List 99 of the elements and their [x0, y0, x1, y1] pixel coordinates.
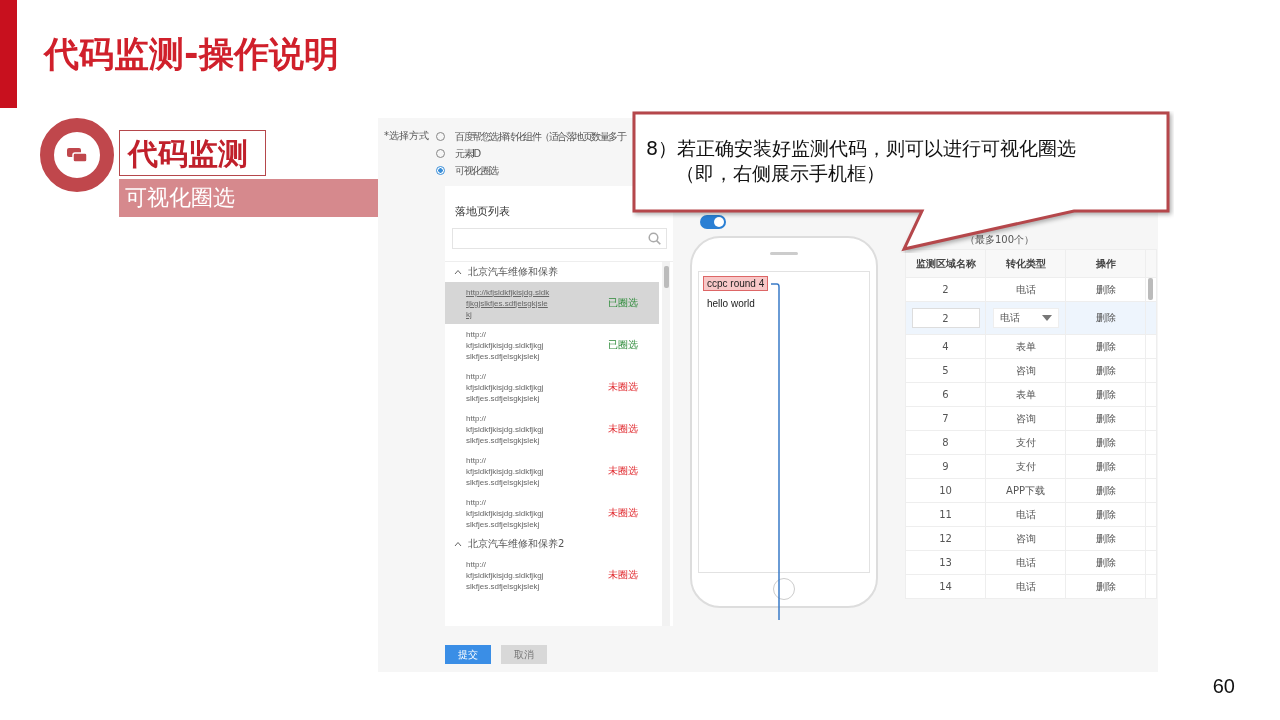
table-cell: 表单 — [986, 383, 1066, 406]
search-field[interactable] — [452, 228, 667, 249]
callout-text: 8）若正确安装好监测代码，则可以进行可视化圈选 （即，右侧展示手机框） — [646, 136, 1077, 186]
table-cell: 咨询 — [986, 527, 1066, 550]
table-cell: 10 — [906, 479, 986, 502]
table-cell: 6 — [906, 383, 986, 406]
list-item[interactable]: http:// kfjsldkfjkisjdg.sldkfjkgj slkfjes.sdfjelsgkjslekj 未圈选 — [445, 554, 659, 596]
page-element[interactable]: ccpc round 4 — [703, 276, 769, 291]
url-text: kfjsldkfjkisjdg.sldkfjkgj — [466, 339, 545, 351]
delete-link[interactable]: 删除 — [1066, 551, 1146, 574]
table-cell: 咨询 — [986, 407, 1066, 430]
scroll-thumb[interactable] — [663, 266, 669, 288]
list-title: 落地页列表 — [454, 204, 511, 220]
url-text: slkfjes.sdfjelsgkjslekj — [466, 518, 541, 530]
radio-label: 可视化圈选 — [455, 163, 498, 178]
url-text: kfjsldkfjkisjdg.sldkfjkgj — [466, 507, 545, 519]
delete-link[interactable]: 删除 — [1066, 575, 1146, 598]
table-cell: 13 — [906, 551, 986, 574]
url-text: kfjsldkfjkisjdg.sldkfjkgj — [466, 569, 545, 581]
url-text: kfjsldkfjkisjdg.sldkfjkgj — [466, 381, 545, 393]
status-text: 未圈选 — [608, 380, 638, 394]
url-text: http:// — [466, 328, 487, 340]
table-cell: 12 — [906, 527, 986, 550]
region-note: （最多100个） — [964, 233, 1036, 247]
scroll-thumb[interactable] — [1148, 278, 1153, 300]
section-subtitle: 可视化圈选 — [119, 179, 381, 217]
url-text: kfjsldkfjkisjdg.sldkfjkgj — [466, 423, 545, 435]
chevron-icon[interactable] — [454, 269, 462, 275]
url-text: slkfjes.sdfjelsgkjslekj — [466, 476, 541, 488]
status-text: 未圈选 — [608, 464, 638, 478]
table-cell: 14 — [906, 575, 986, 598]
chevron-icon[interactable] — [454, 541, 462, 547]
url-text: http:// — [466, 412, 487, 424]
slide-title: 代码监测-操作说明 — [44, 32, 339, 76]
type-select[interactable]: 电话 — [992, 308, 1059, 328]
radio-button[interactable] — [436, 166, 445, 175]
list-item[interactable]: http:// kfjsldkfjkisjdg.sldkfjkgj slkfjes.sdfjelsgkjslekj 未圈选 — [445, 366, 659, 408]
column-header: 操作 — [1066, 250, 1146, 277]
table-cell: 电话 — [986, 503, 1066, 526]
search-icon — [648, 232, 661, 245]
list-item[interactable]: http:// kfjsldkfjkisjdg.sldkfjkgj slkfjes.sdfjelsgkjslekj 未圈选 — [445, 408, 659, 450]
speaker-slot — [770, 252, 798, 255]
table-cell: 电话 — [986, 551, 1066, 574]
cards-icon — [67, 148, 87, 162]
table-cell: 9 — [906, 455, 986, 478]
delete-link[interactable]: 删除 — [1066, 431, 1146, 454]
status-text: 未圈选 — [608, 422, 638, 436]
name-input[interactable]: 2 — [911, 308, 980, 328]
delete-link[interactable]: 删除 — [1066, 383, 1146, 406]
url-text: http:// — [466, 496, 487, 508]
list-item[interactable]: http:// kfjsldkfjkisjdg.sldkfjkgj slkfjes.sdfjelsgkjslekj 未圈选 — [445, 450, 659, 492]
url-text: slkfjes.sdfjelsgkjslekj — [466, 580, 541, 592]
table-cell: 咨询 — [986, 359, 1066, 382]
page-number: 60 — [1212, 675, 1235, 698]
table-cell: 4 — [906, 335, 986, 358]
table-cell: 7 — [906, 407, 986, 430]
url-text: kj — [466, 308, 473, 320]
table-cell: 5 — [906, 359, 986, 382]
column-header: 转化类型 — [986, 250, 1066, 277]
delete-link[interactable]: 删除 — [1066, 302, 1146, 334]
url-text: slkfjes.sdfjelsgkjslekj — [466, 392, 541, 404]
section-title: 代码监测 — [119, 130, 266, 176]
table-cell: 电话 — [986, 575, 1066, 598]
url-text: fjkgjslkfjes.sdfjelsgkjsle — [466, 297, 549, 309]
url-text: http:// — [466, 454, 487, 466]
delete-link[interactable]: 删除 — [1066, 527, 1146, 550]
group-name: 北京汽车维修和保养 — [468, 265, 558, 279]
url-text: http://kfjsldkfjkisjdg.sldk — [466, 286, 551, 298]
status-text: 未圈选 — [608, 506, 638, 520]
url-text: http:// — [466, 558, 487, 570]
delete-link[interactable]: 删除 — [1066, 455, 1146, 478]
table-cell: APP下载 — [986, 479, 1066, 502]
list-item[interactable]: http://kfjsldkfjkisjdg.sldk fjkgjslkfjes.sdfjelsgkjsle kj 已圈选 — [445, 282, 659, 324]
table-cell: 支付 — [986, 431, 1066, 454]
delete-link[interactable]: 删除 — [1066, 335, 1146, 358]
toggle-switch[interactable] — [700, 215, 726, 229]
delete-link[interactable]: 删除 — [1066, 359, 1146, 382]
delete-link[interactable]: 删除 — [1066, 503, 1146, 526]
table-cell: 11 — [906, 503, 986, 526]
table-cell: 表单 — [986, 335, 1066, 358]
status-text: 已圈选 — [608, 338, 638, 352]
url-text: slkfjes.sdfjelsgkjslekj — [466, 350, 541, 362]
table-cell: 支付 — [986, 455, 1066, 478]
form-label: *选择方式 — [384, 129, 430, 143]
delete-link[interactable]: 删除 — [1066, 407, 1146, 430]
table-cell: 8 — [906, 431, 986, 454]
url-text: http:// — [466, 370, 487, 382]
caret-icon — [1041, 315, 1052, 321]
status-text: 未圈选 — [608, 568, 638, 582]
list-item[interactable]: http:// kfjsldkfjkisjdg.sldkfjkgj slkfjes.sdfjelsgkjslekj 未圈选 — [445, 492, 659, 534]
list-item[interactable]: http:// kfjsldkfjkisjdg.sldkfjkgj slkfjes.sdfjelsgkjslekj 已圈选 — [445, 324, 659, 366]
group-name: 北京汽车维修和保养2 — [468, 537, 565, 551]
page-element[interactable]: hello world — [703, 296, 759, 311]
delete-link[interactable]: 删除 — [1066, 479, 1146, 502]
radio-label: 元素ID — [455, 146, 480, 161]
url-text: slkfjes.sdfjelsgkjslekj — [466, 434, 541, 446]
url-text: kfjsldkfjkisjdg.sldkfjkgj — [466, 465, 545, 477]
status-text: 已圈选 — [608, 296, 638, 310]
radio-label: 百度帮您选择转化组件（适合落地页数量多于 — [455, 129, 625, 144]
